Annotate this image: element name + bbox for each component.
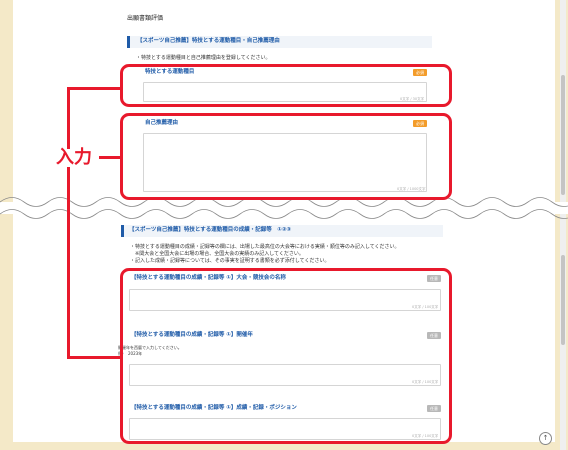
- section-header-bar: [121, 225, 124, 237]
- highlight-box: [120, 64, 452, 107]
- annotation-bracket: [99, 156, 120, 159]
- annotation-label: 入力: [54, 147, 94, 168]
- annotation-bracket: [67, 356, 120, 359]
- page-title: 出願書類評価: [127, 15, 164, 22]
- section-note: ・記入した成績・記録等については、その事実を証明する書類を必ず添付してください。: [130, 258, 330, 264]
- highlight-box: [120, 268, 452, 444]
- left-margin: [0, 0, 13, 450]
- scroll-top-button[interactable]: ↑: [539, 432, 552, 445]
- annotation-bracket: [67, 87, 70, 359]
- annotation-bracket: [67, 87, 120, 90]
- section-header-title: 【スポーツ自己推薦】特技とする運動種目・自己推薦理由: [137, 38, 280, 44]
- section-note: ※関大会と全国大会に出場の場合、全国大会の実績のみ記入してください。: [130, 251, 304, 257]
- section-note: ・特技とする運動種目と自己推薦理由を登録してください。: [136, 55, 271, 61]
- highlight-box: [120, 113, 452, 200]
- scrollbar-thumb[interactable]: [561, 255, 565, 345]
- section-note: ・特技とする運動種目の成績・記録等の欄には、出場した最高位の大会等における実績・…: [130, 244, 400, 250]
- scrollbar[interactable]: [560, 0, 566, 450]
- section-header-title: 【スポーツ自己推薦】特技とする運動種目の成績・記録等 ①②③: [129, 227, 292, 233]
- section-header-bar: [127, 36, 130, 48]
- scrollbar-thumb[interactable]: [561, 75, 565, 195]
- screen: 出願書類評価 【スポーツ自己推薦】特技とする運動種目・自己推薦理由 ・特技とする…: [0, 0, 568, 450]
